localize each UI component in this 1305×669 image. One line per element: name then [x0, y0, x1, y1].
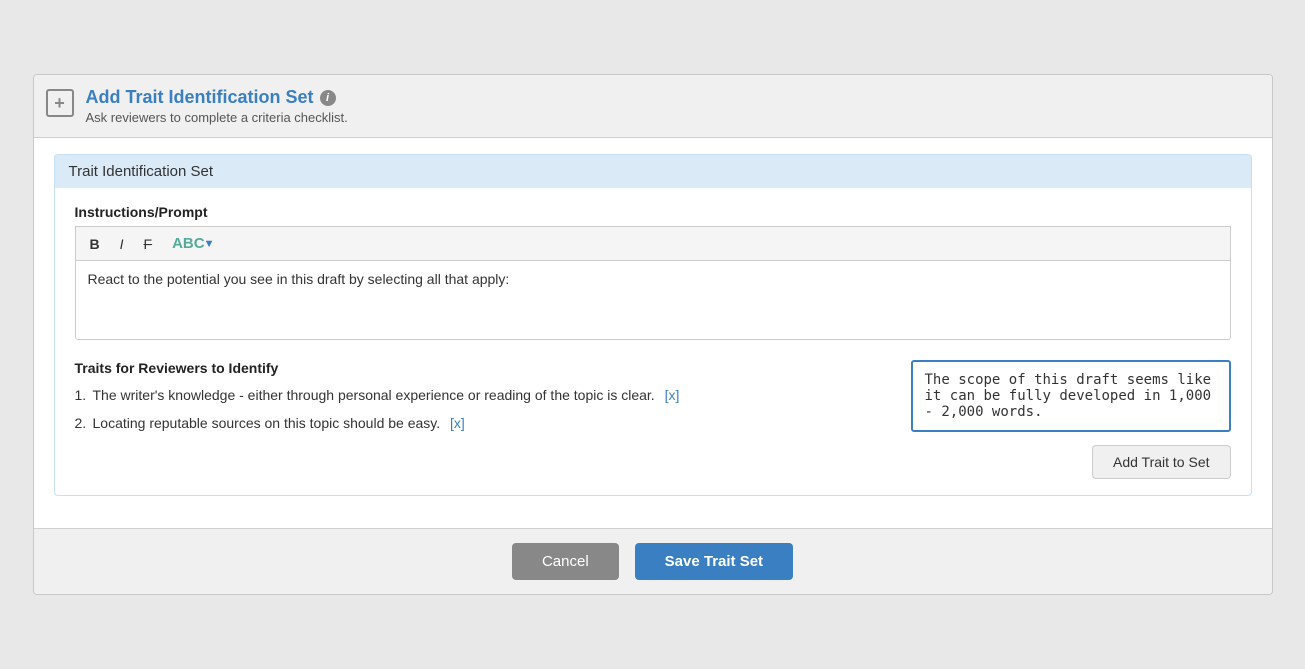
trait-text-1: The writer's knowledge - either through … [93, 386, 891, 406]
modal-body: Trait Identification Set Instructions/Pr… [34, 138, 1272, 528]
trait-item-2: 2. Locating reputable sources on this to… [75, 414, 891, 434]
traits-section: Traits for Reviewers to Identify 1. The … [75, 360, 1231, 479]
trait-remove-1[interactable]: [x] [665, 387, 680, 403]
traits-section-title: Traits for Reviewers to Identify [75, 360, 891, 376]
traits-right: Add Trait to Set [911, 360, 1231, 479]
traits-list: 1. The writer's knowledge - either throu… [75, 386, 891, 433]
trait-remove-2[interactable]: [x] [450, 415, 465, 431]
modal-footer: Cancel Save Trait Set [34, 528, 1272, 594]
add-trait-button[interactable]: Add Trait to Set [1092, 445, 1231, 479]
modal: + Add Trait Identification Set i Ask rev… [33, 74, 1273, 595]
trait-number-2: 2. [75, 414, 93, 434]
header-text: Add Trait Identification Set i Ask revie… [86, 87, 348, 125]
section-card-title: Trait Identification Set [55, 155, 1251, 188]
trait-number-1: 1. [75, 386, 93, 406]
spellcheck-arrow-icon: ▼ [204, 238, 215, 250]
info-icon[interactable]: i [320, 90, 336, 106]
instructions-label: Instructions/Prompt [75, 204, 1231, 220]
modal-subtitle: Ask reviewers to complete a criteria che… [86, 110, 348, 125]
spellcheck-icon: ABC [172, 235, 205, 252]
trait-item-1: 1. The writer's knowledge - either throu… [75, 386, 891, 406]
header-plus-icon: + [46, 89, 74, 117]
rte-toolbar: B I F ABC ▼ [75, 226, 1231, 260]
section-card: Trait Identification Set Instructions/Pr… [54, 154, 1252, 496]
trait-text-2: Locating reputable sources on this topic… [93, 414, 891, 434]
strikethrough-button[interactable]: F [138, 233, 159, 255]
section-card-body: Instructions/Prompt B I F ABC ▼ React to [55, 188, 1251, 495]
save-button[interactable]: Save Trait Set [635, 543, 793, 580]
traits-left: Traits for Reviewers to Identify 1. The … [75, 360, 891, 441]
trait-input[interactable] [911, 360, 1231, 432]
modal-title: Add Trait Identification Set i [86, 87, 348, 108]
modal-header: + Add Trait Identification Set i Ask rev… [34, 75, 1272, 138]
spellcheck-button[interactable]: ABC ▼ [166, 232, 220, 255]
bold-button[interactable]: B [84, 233, 106, 255]
italic-button[interactable]: I [114, 233, 130, 255]
modal-wrapper: + Add Trait Identification Set i Ask rev… [0, 0, 1305, 669]
prompt-text-area[interactable]: React to the potential you see in this d… [75, 260, 1231, 340]
cancel-button[interactable]: Cancel [512, 543, 619, 580]
